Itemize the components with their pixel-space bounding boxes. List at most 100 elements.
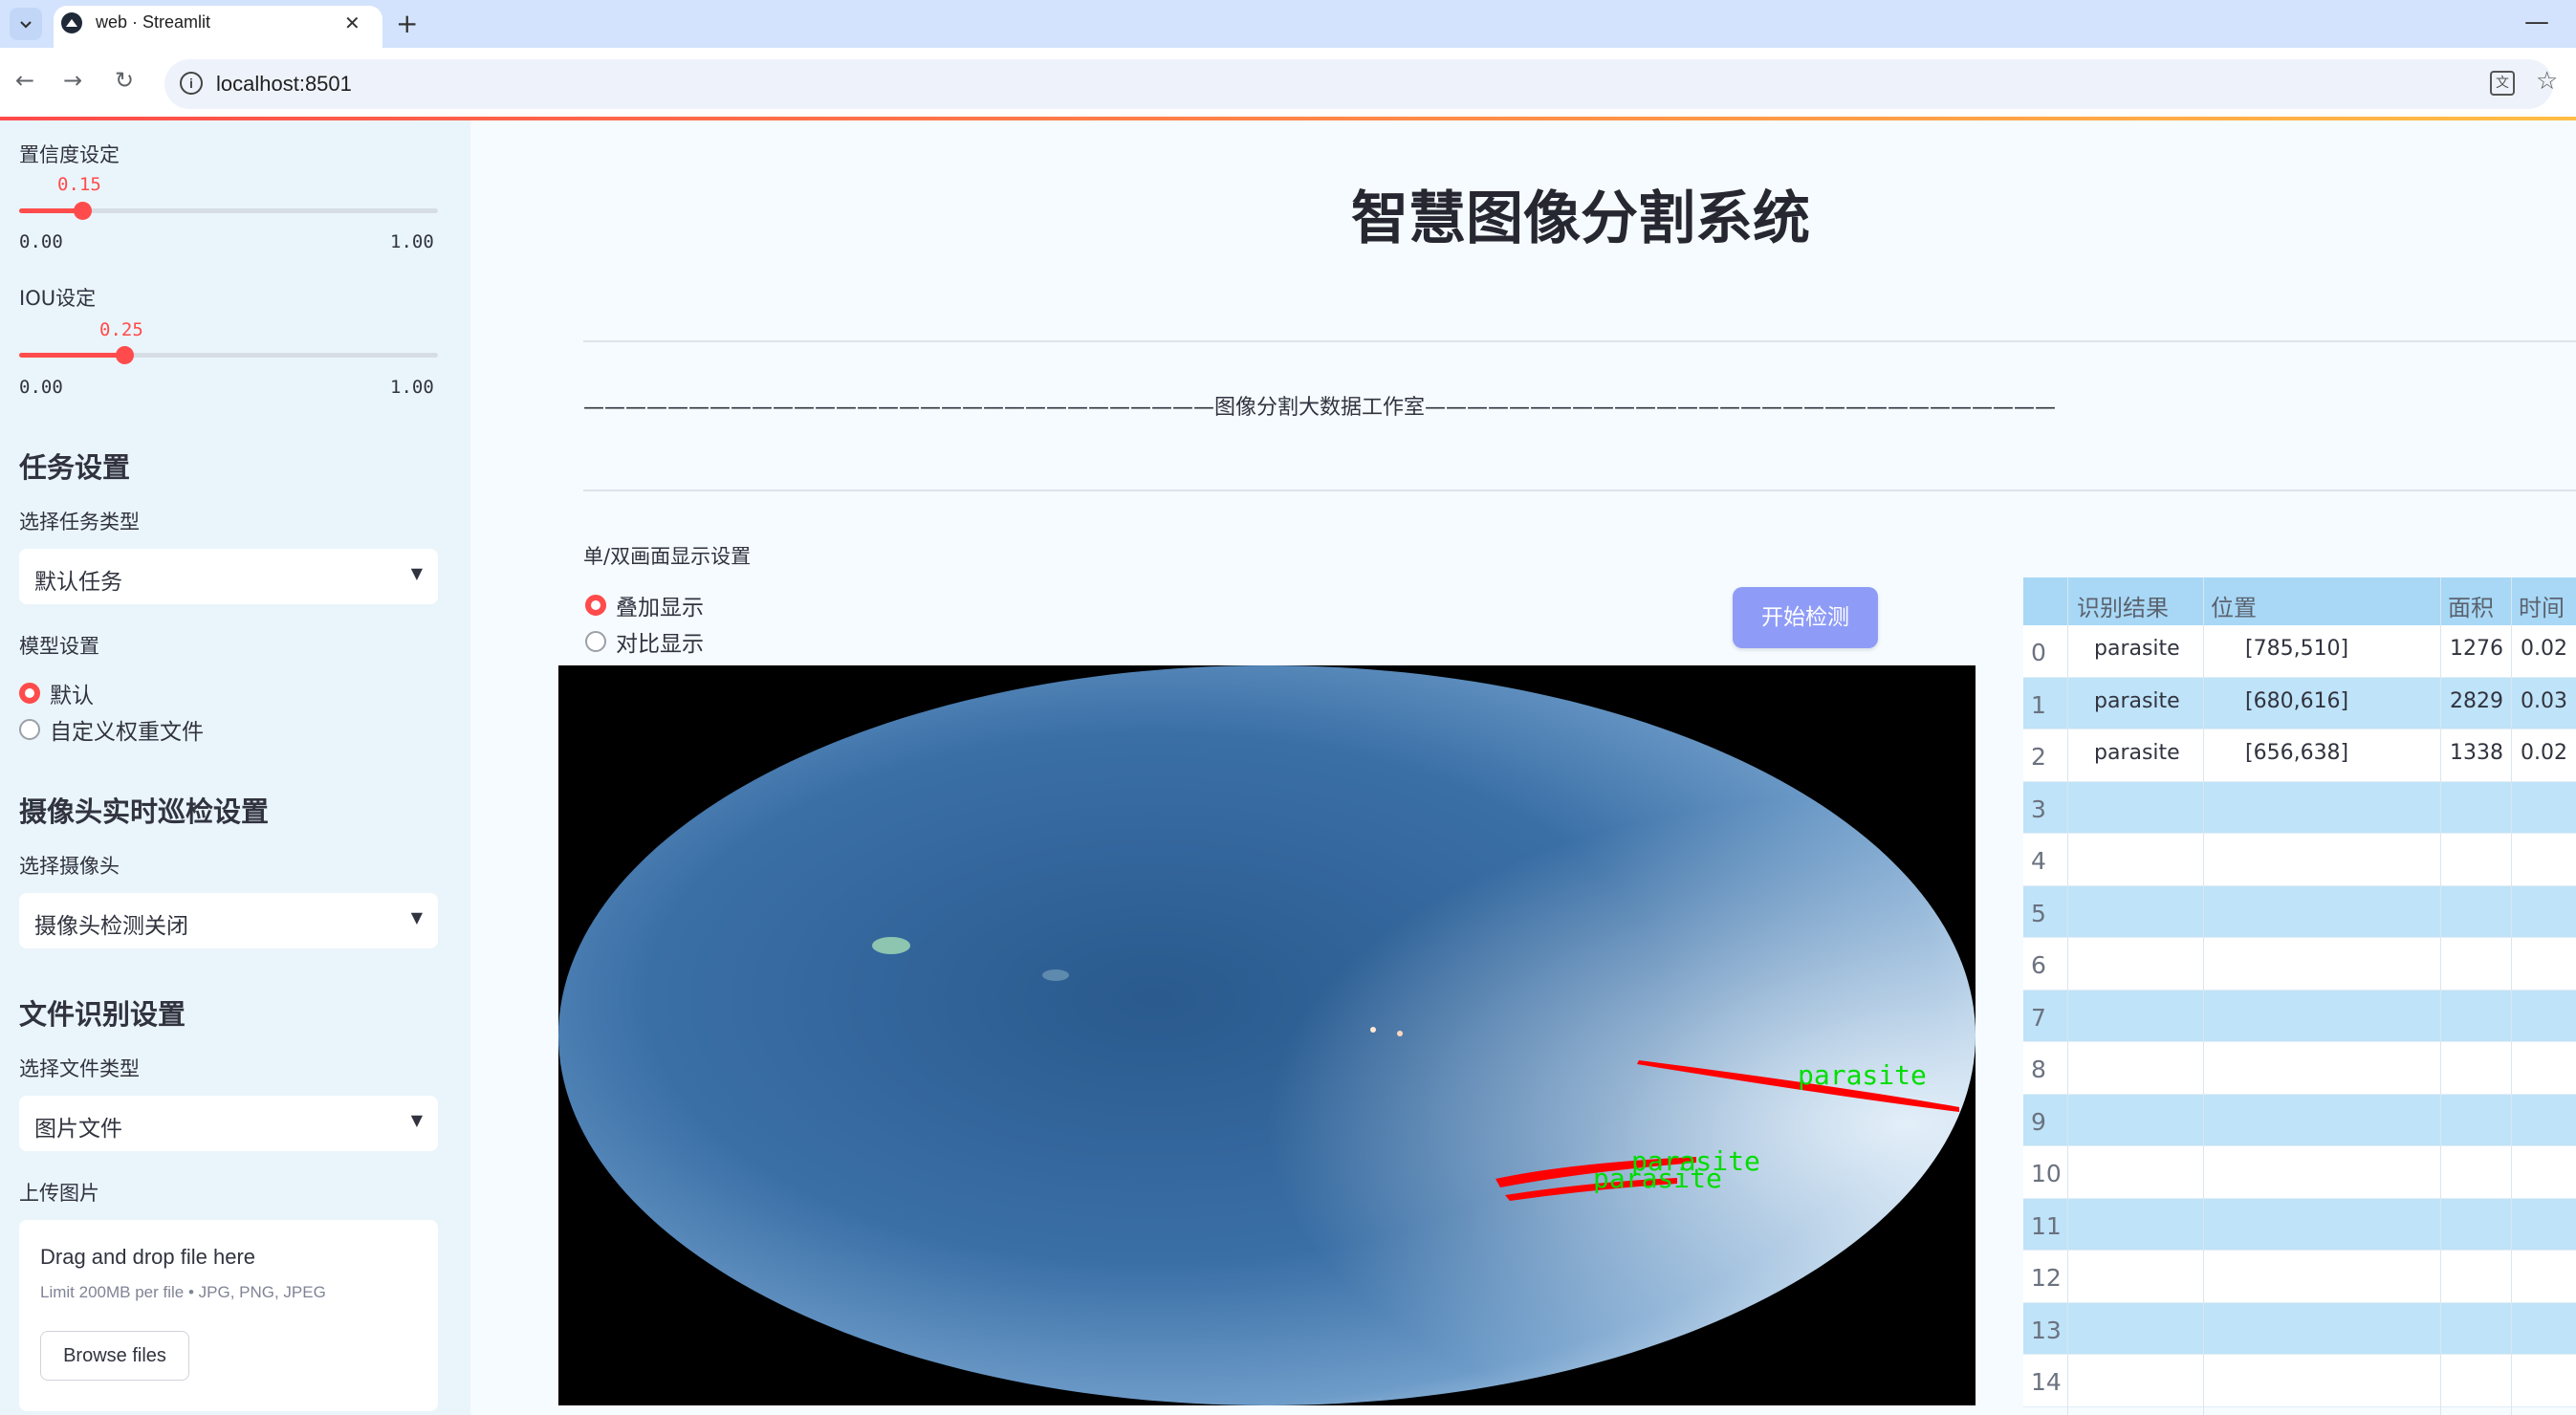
table-row[interactable]: 11 bbox=[2023, 1198, 2576, 1251]
table-row[interactable]: 4 bbox=[2023, 834, 2576, 886]
table-row[interactable]: 0 parasite [785,510] 1276 0.02 bbox=[2023, 625, 2576, 678]
task-type-select[interactable]: 默认任务 ▼ bbox=[19, 549, 438, 604]
model-option-label: 默认 bbox=[50, 684, 94, 708]
table-row[interactable]: 7 bbox=[2023, 990, 2576, 1042]
info-icon[interactable]: i bbox=[180, 72, 203, 95]
divider bbox=[583, 340, 2576, 342]
detection-label: parasite bbox=[1798, 1059, 1927, 1091]
minimize-icon[interactable]: — bbox=[2524, 8, 2549, 36]
detection-image: parasite parasite parasite bbox=[558, 665, 1976, 1405]
iou-max: 1.00 bbox=[390, 377, 434, 398]
row-index: 3 bbox=[2031, 795, 2046, 823]
cell-area: 2829 bbox=[2450, 688, 2503, 713]
table-row[interactable]: 5 bbox=[2023, 885, 2576, 938]
table-row[interactable]: 13 bbox=[2023, 1302, 2576, 1355]
iou-value: 0.25 bbox=[99, 319, 143, 340]
camera-select-value: 摄像头检测关闭 bbox=[34, 914, 188, 939]
file-dropzone[interactable]: Drag and drop file here Limit 200MB per … bbox=[19, 1220, 438, 1411]
iou-slider[interactable] bbox=[19, 346, 438, 364]
forward-icon[interactable]: → bbox=[63, 67, 82, 94]
start-detection-button[interactable]: 开始检测 bbox=[1733, 587, 1878, 648]
cell-time: 0.03 bbox=[2521, 688, 2567, 713]
tab-search-button[interactable] bbox=[10, 8, 42, 40]
microscope-image: parasite parasite parasite bbox=[558, 665, 1976, 1405]
cell-result: parasite bbox=[2094, 741, 2180, 765]
cell-area: 1338 bbox=[2450, 741, 2503, 765]
page-title: 智慧图像分割系统 bbox=[1351, 185, 1810, 252]
file-type-select[interactable]: 图片文件 ▼ bbox=[19, 1096, 438, 1151]
dropzone-title: Drag and drop file here bbox=[40, 1245, 256, 1269]
table-row[interactable]: 2 parasite [656,638] 1338 0.02 bbox=[2023, 729, 2576, 782]
column-divider bbox=[2511, 577, 2512, 1415]
cell-position: [656,638] bbox=[2245, 741, 2349, 765]
model-option-default[interactable]: 默认 bbox=[19, 677, 94, 709]
detection-label: parasite bbox=[1593, 1163, 1722, 1194]
task-type-label: 选择任务类型 bbox=[19, 511, 140, 533]
iou-slider-fill bbox=[19, 353, 124, 358]
column-divider bbox=[2067, 577, 2068, 1415]
row-index: 10 bbox=[2031, 1160, 2062, 1187]
cell-area: 1276 bbox=[2450, 637, 2503, 661]
iou-slider-thumb[interactable] bbox=[115, 346, 134, 364]
column-header[interactable]: 识别结果 bbox=[2077, 589, 2169, 622]
studio-divider-text: ——————————————————————————————图像分割大数据工作室… bbox=[583, 396, 2057, 420]
row-index: 4 bbox=[2031, 847, 2046, 875]
radio-selected[interactable] bbox=[19, 683, 40, 704]
table-row[interactable]: 3 bbox=[2023, 781, 2576, 834]
display-option-overlay[interactable]: 叠加显示 bbox=[585, 589, 704, 621]
radio-selected[interactable] bbox=[585, 595, 606, 616]
upload-label: 上传图片 bbox=[19, 1182, 99, 1205]
model-settings-label: 模型设置 bbox=[19, 635, 99, 658]
translate-icon[interactable]: 文 bbox=[2490, 71, 2515, 96]
star-icon[interactable]: ☆ bbox=[2536, 67, 2558, 96]
display-option-compare[interactable]: 对比显示 bbox=[585, 625, 704, 658]
dropzone-limit: Limit 200MB per file • JPG, PNG, JPEG bbox=[40, 1283, 326, 1301]
column-header[interactable]: 面积 bbox=[2448, 589, 2494, 622]
row-index: 5 bbox=[2031, 899, 2046, 927]
iou-min: 0.00 bbox=[19, 377, 63, 398]
row-index: 11 bbox=[2031, 1211, 2062, 1240]
radio-unselected[interactable] bbox=[585, 631, 606, 652]
back-icon[interactable]: ← bbox=[15, 67, 34, 94]
table-row[interactable]: 9 bbox=[2023, 1094, 2576, 1146]
row-index: 13 bbox=[2031, 1316, 2062, 1344]
task-settings-heading: 任务设置 bbox=[19, 451, 131, 484]
table-row[interactable]: 14 bbox=[2023, 1355, 2576, 1407]
camera-select-label: 选择摄像头 bbox=[19, 855, 120, 878]
reload-icon[interactable]: ↻ bbox=[115, 67, 134, 94]
column-header[interactable]: 时间 bbox=[2519, 589, 2565, 622]
streamlit-icon bbox=[61, 12, 82, 33]
table-row[interactable]: 6 bbox=[2023, 938, 2576, 990]
caret-down-icon: ▼ bbox=[410, 564, 423, 582]
task-type-value: 默认任务 bbox=[34, 570, 122, 595]
close-icon[interactable]: ✕ bbox=[344, 11, 360, 34]
plus-icon[interactable]: + bbox=[396, 8, 418, 39]
camera-settings-heading: 摄像头实时巡检设置 bbox=[19, 795, 270, 828]
table-header: 识别结果 位置 面积 时间 bbox=[2023, 577, 2576, 625]
display-option-label: 对比显示 bbox=[616, 632, 704, 657]
iou-label: IOU设定 bbox=[19, 287, 97, 310]
table-row[interactable]: 1 parasite [680,616] 2829 0.03 bbox=[2023, 677, 2576, 729]
model-option-custom[interactable]: 自定义权重文件 bbox=[19, 713, 204, 746]
results-table: 识别结果 位置 面积 时间 0 parasite [785,510] 1276 0.02… bbox=[2023, 577, 2576, 1415]
browse-files-button[interactable]: Browse files bbox=[40, 1331, 189, 1381]
caret-down-icon: ▼ bbox=[410, 1111, 423, 1129]
confidence-label: 置信度设定 bbox=[19, 143, 120, 166]
row-index: 2 bbox=[2031, 743, 2046, 771]
divider bbox=[583, 490, 2576, 491]
cell-position: [785,510] bbox=[2245, 637, 2349, 661]
camera-select[interactable]: 摄像头检测关闭 ▼ bbox=[19, 893, 438, 948]
column-divider bbox=[2203, 577, 2204, 1415]
radio-unselected[interactable] bbox=[19, 719, 40, 740]
table-row[interactable]: 8 bbox=[2023, 1042, 2576, 1095]
url-text[interactable]: localhost:8501 bbox=[216, 72, 352, 97]
browser-tab-bar: web · Streamlit ✕ + — bbox=[0, 0, 2576, 48]
table-row[interactable]: 12 bbox=[2023, 1251, 2576, 1303]
row-index: 7 bbox=[2031, 1003, 2046, 1032]
column-header[interactable]: 位置 bbox=[2211, 589, 2257, 622]
row-index: 1 bbox=[2031, 690, 2046, 719]
file-type-value: 图片文件 bbox=[34, 1117, 122, 1142]
table-row[interactable]: 10 bbox=[2023, 1146, 2576, 1199]
address-bar[interactable] bbox=[164, 59, 2553, 109]
display-option-label: 叠加显示 bbox=[616, 596, 704, 620]
